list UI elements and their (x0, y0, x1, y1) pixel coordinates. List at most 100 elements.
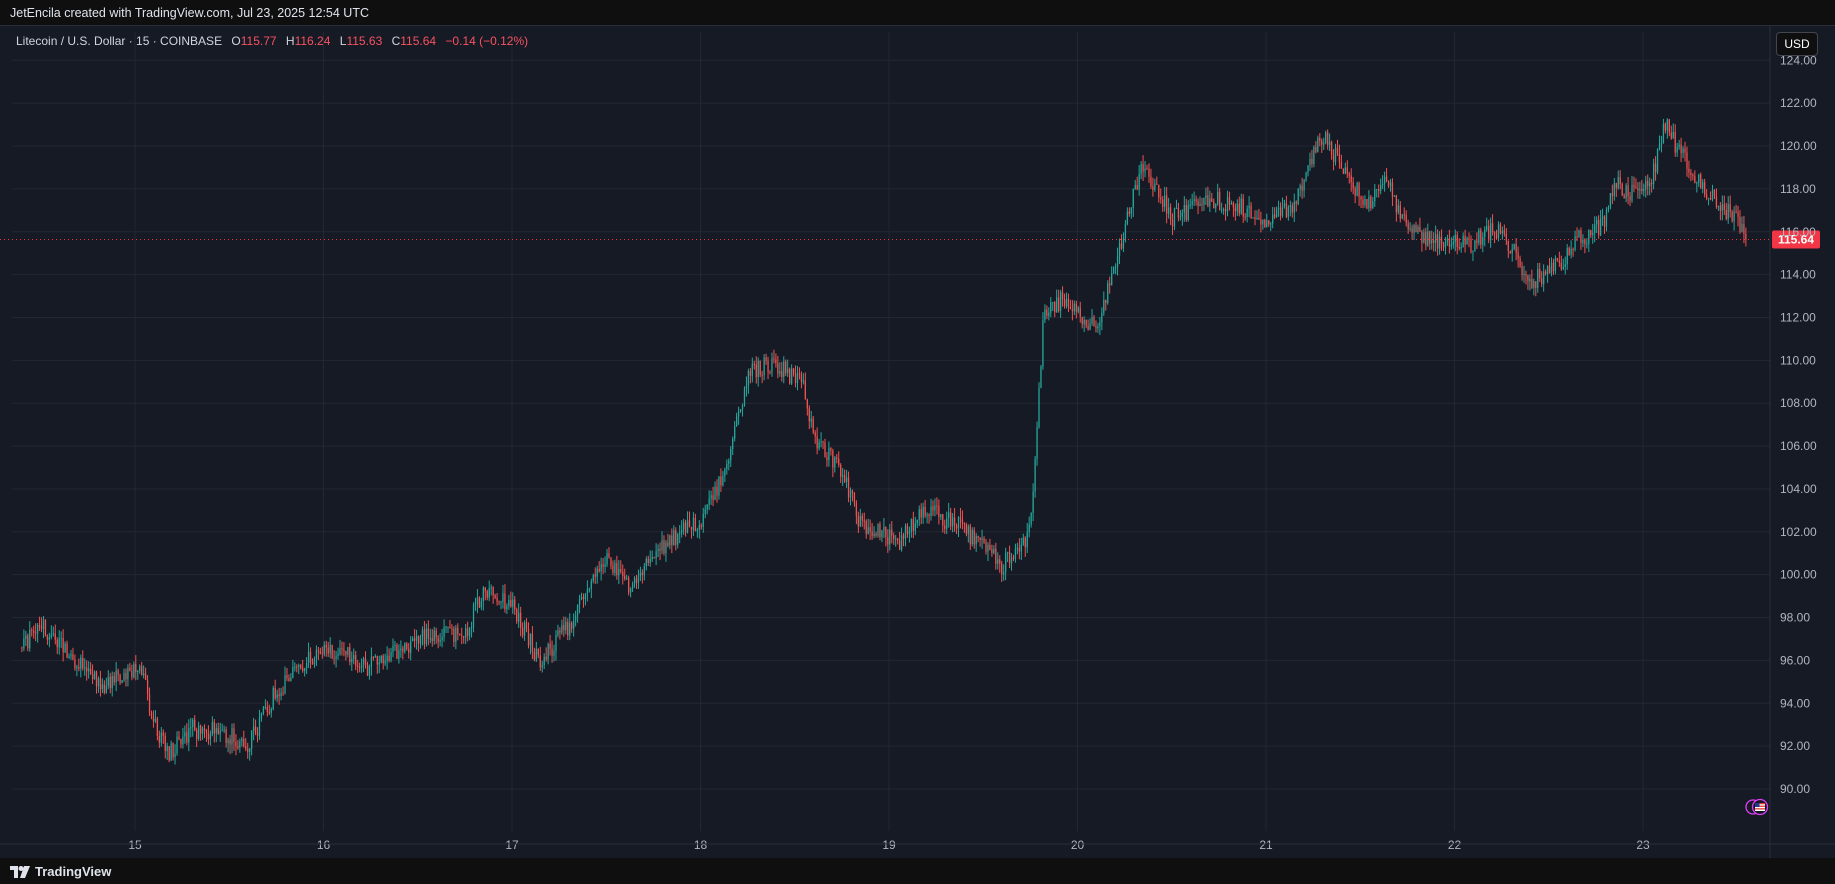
candle-body (722, 475, 724, 486)
candle-body (1038, 387, 1040, 428)
candle-body (1417, 227, 1419, 233)
candle-body (565, 621, 567, 631)
candle (1401, 213, 1403, 220)
candle-body (447, 626, 449, 628)
candle (991, 544, 993, 557)
candle (95, 670, 98, 694)
candle-body (288, 678, 290, 682)
candle-body (981, 538, 983, 541)
candle-body (692, 517, 695, 531)
candle (378, 655, 380, 674)
open-value: 115.77 (240, 34, 277, 48)
candle (1136, 176, 1138, 191)
candle-body (459, 634, 461, 636)
candle (457, 623, 459, 641)
candle-body (33, 630, 35, 633)
candle-body (1162, 199, 1164, 207)
candle-body (86, 667, 88, 672)
candle-body (1311, 159, 1313, 165)
candle-body (1219, 191, 1221, 210)
candle-body (302, 668, 304, 672)
candle (1240, 193, 1242, 215)
candle-body (1232, 202, 1235, 208)
candle-body (1584, 239, 1586, 245)
candle (1344, 162, 1346, 175)
candle (574, 610, 577, 627)
candle-body (519, 612, 522, 628)
candle (1368, 190, 1370, 212)
candle-body (641, 572, 644, 576)
candle-body (1631, 184, 1633, 201)
candle-body (309, 651, 312, 663)
candle-body (1658, 144, 1661, 150)
candle-body (787, 368, 789, 374)
candle-body (476, 597, 479, 604)
candle (1562, 258, 1564, 271)
candle-body (101, 684, 104, 690)
candle (1338, 144, 1341, 169)
candle-body (627, 578, 630, 593)
tradingview-brand[interactable]: TradingView (10, 864, 111, 879)
candle-body (806, 399, 808, 409)
candle (1556, 257, 1559, 262)
candle-body (508, 600, 510, 607)
candle (186, 723, 188, 746)
candle (1034, 456, 1036, 498)
candle-body (376, 656, 378, 665)
candle-body (612, 565, 614, 573)
candle (133, 661, 135, 679)
candle (918, 505, 920, 526)
candle-body (1279, 207, 1282, 217)
candle (989, 538, 991, 551)
candle (1342, 168, 1345, 175)
candle (547, 642, 549, 665)
candle-body (1488, 225, 1490, 241)
candle (1272, 206, 1274, 229)
candle (199, 724, 202, 741)
candle (453, 626, 455, 647)
candle-body (227, 739, 229, 744)
candle-body (492, 587, 494, 596)
candle-body (1521, 266, 1523, 276)
candle-body (840, 464, 842, 477)
candle (196, 727, 198, 748)
candle (741, 403, 744, 417)
currency-button[interactable]: USD (1776, 32, 1818, 56)
y-tick-label: 92.00 (1780, 739, 1810, 753)
candle (1650, 178, 1653, 193)
candle-body (1201, 203, 1203, 205)
candle-body (1696, 182, 1698, 184)
candle (288, 674, 290, 682)
symbol-title[interactable]: Litecoin / U.S. Dollar · 15 · COINBASE (16, 34, 222, 48)
candle-body (249, 748, 251, 752)
candle-body (319, 651, 322, 654)
chart-area[interactable]: 115.64 124.00 122.00 120.00 118.00 116.00 114… (0, 26, 1835, 858)
candle-body (904, 525, 907, 539)
candle-body (337, 653, 339, 656)
candle-body (924, 506, 926, 516)
candlestick-chart[interactable]: 115.64 124.00122.00120.00118.00116.00114… (0, 26, 1835, 858)
candle-body (720, 476, 722, 486)
candle (386, 646, 388, 670)
candle (127, 664, 129, 687)
candle (178, 730, 180, 741)
us-flag-event-icon[interactable] (1744, 798, 1776, 816)
candle-body (1362, 199, 1364, 205)
candle (1511, 243, 1513, 262)
candle (539, 646, 541, 672)
candle (256, 727, 259, 743)
x-tick-label: 15 (128, 838, 142, 852)
candle (121, 679, 123, 684)
candle-body (1603, 216, 1606, 227)
candle-body (331, 644, 333, 659)
candle-body (875, 533, 877, 536)
candle (101, 678, 104, 694)
candle (1448, 229, 1451, 254)
candle (645, 556, 647, 571)
candle (804, 372, 807, 400)
candle-body (1690, 172, 1692, 175)
candle-body (926, 514, 928, 516)
candle-body (465, 628, 467, 638)
candle (154, 709, 157, 723)
candle-body (1409, 228, 1411, 230)
